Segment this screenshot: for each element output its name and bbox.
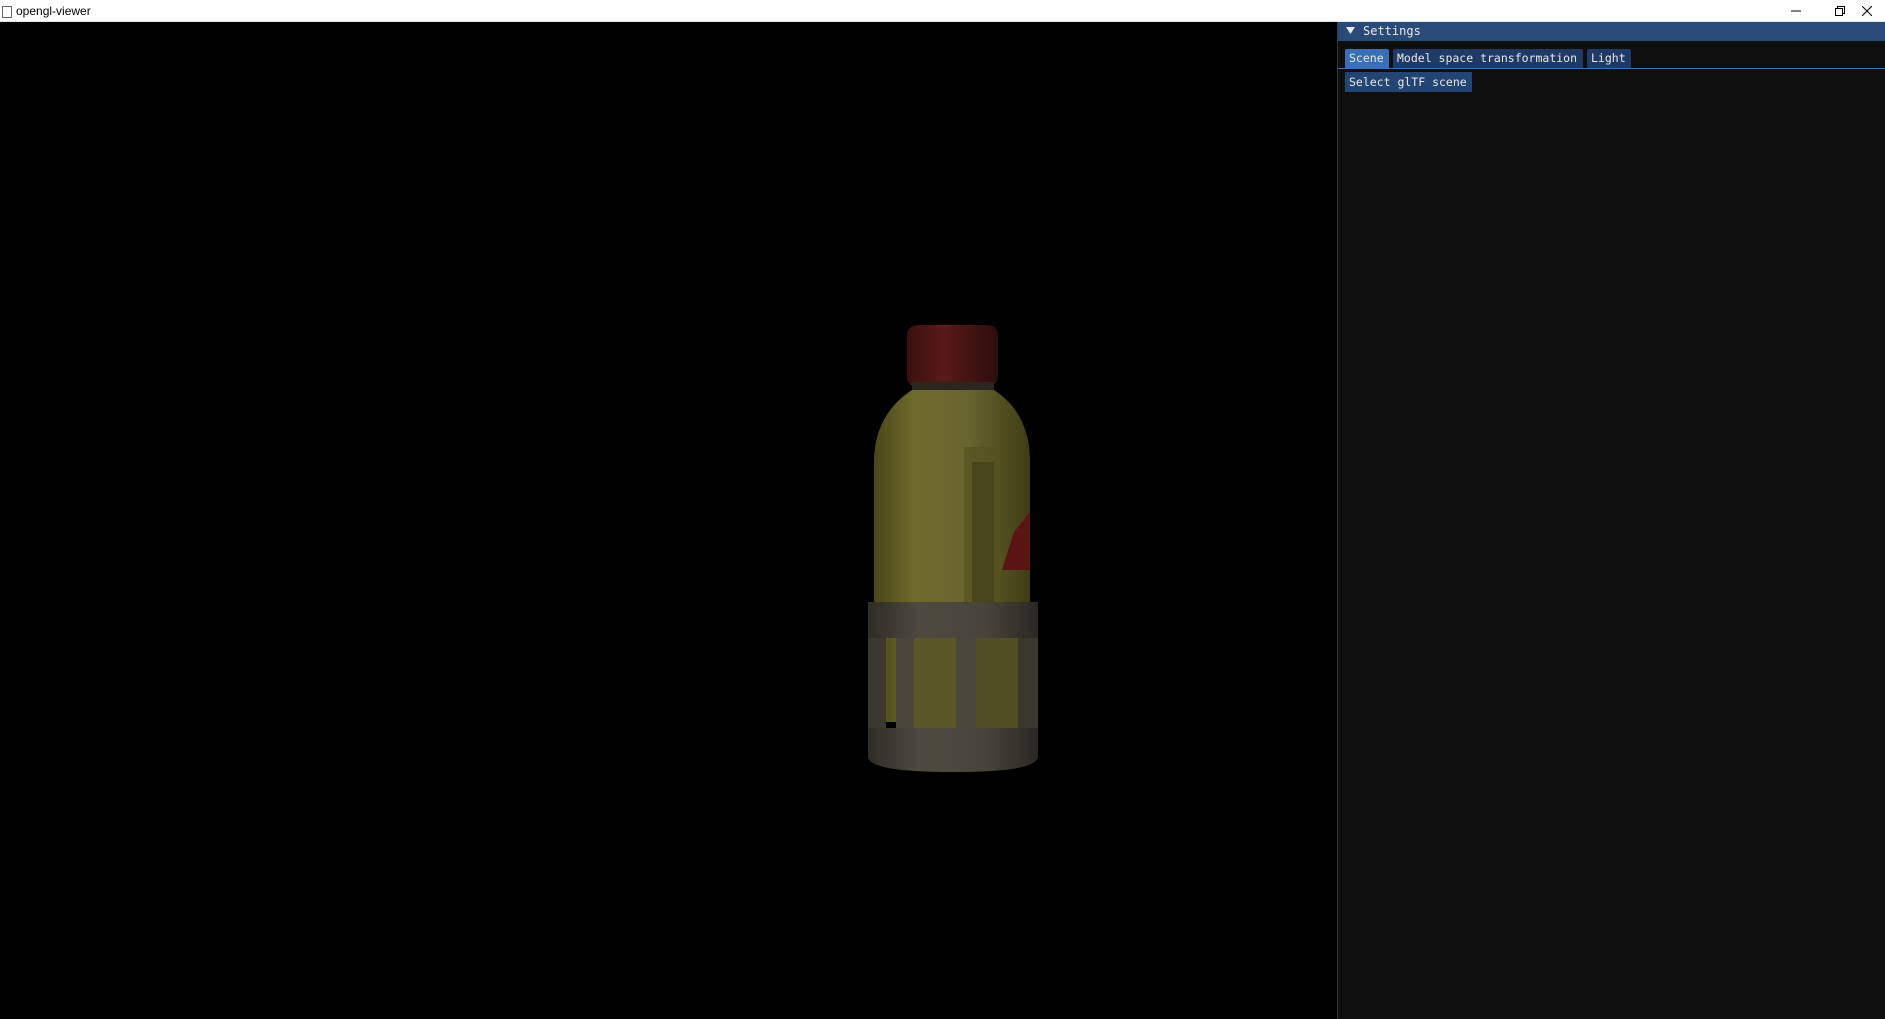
restore-button[interactable] (1818, 0, 1862, 22)
close-icon (1862, 6, 1872, 16)
restore-icon (1835, 6, 1845, 16)
title-bar: opengl-viewer (0, 0, 1885, 22)
bottle-model (868, 325, 1038, 772)
window-title: opengl-viewer (16, 4, 91, 18)
settings-title: Settings (1363, 24, 1421, 38)
bottle-cage (868, 602, 1038, 638)
minimize-icon (1791, 10, 1801, 12)
select-gltf-scene-button[interactable]: Select glTF scene (1345, 72, 1472, 92)
tab-light[interactable]: Light (1587, 49, 1631, 68)
settings-tab-bar: Scene Model space transformation Light (1338, 49, 1885, 69)
app-icon (2, 6, 12, 18)
triangle-down-icon[interactable] (1346, 26, 1355, 35)
tab-scene[interactable]: Scene (1345, 49, 1389, 68)
bottle-cap (907, 325, 998, 387)
settings-header[interactable]: Settings (1338, 22, 1885, 41)
close-button[interactable] (1862, 0, 1885, 22)
settings-panel: Settings Scene Model space transformatio… (1337, 22, 1885, 1019)
3d-viewport[interactable] (0, 22, 1337, 1019)
tab-model-space-transformation[interactable]: Model space transformation (1393, 49, 1583, 68)
minimize-button[interactable] (1774, 0, 1818, 22)
